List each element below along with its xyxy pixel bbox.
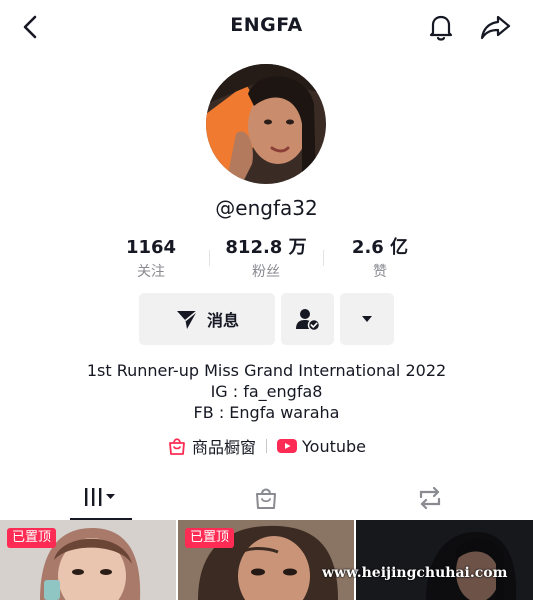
message-button-label: 消息 bbox=[206, 311, 239, 330]
pinned-badge: 已置顶 bbox=[185, 528, 235, 548]
bio-line: 1st Runner-up Miss Grand International 2… bbox=[86, 361, 447, 380]
tab-videos[interactable] bbox=[70, 476, 132, 520]
tab-repost[interactable] bbox=[400, 476, 460, 520]
profile-links: 商品橱窗 Youtube bbox=[0, 434, 533, 458]
profile-handle: @engfa32 bbox=[215, 196, 318, 220]
caret-down-icon bbox=[362, 316, 372, 322]
stat-following-value: 1164 bbox=[125, 237, 177, 258]
message-button[interactable]: 消息 bbox=[139, 293, 275, 345]
stat-followers[interactable]: 812.8 万 粉丝 bbox=[211, 236, 321, 282]
video-thumbnail[interactable]: 已置顶 bbox=[0, 520, 176, 600]
share-button[interactable] bbox=[478, 10, 514, 44]
watermark: www.heijingchuhai.com bbox=[322, 565, 508, 581]
bio-line: IG : fa_engfa8 bbox=[210, 382, 323, 401]
stat-likes-value: 2.6 亿 bbox=[351, 237, 409, 258]
grid-icon bbox=[85, 488, 115, 506]
stat-followers-label: 粉丝 bbox=[252, 264, 280, 280]
youtube-label: Youtube bbox=[302, 436, 366, 456]
avatar[interactable] bbox=[206, 64, 326, 184]
share-icon bbox=[480, 15, 511, 40]
youtube-icon bbox=[277, 439, 297, 453]
content-tabs bbox=[0, 476, 533, 520]
stat-following-label: 关注 bbox=[137, 264, 165, 280]
more-options-button[interactable] bbox=[340, 293, 394, 345]
friend-status-button[interactable] bbox=[281, 293, 334, 345]
stat-following[interactable]: 1164 关注 bbox=[96, 236, 206, 282]
bio-line: FB : Engfa waraha bbox=[193, 403, 340, 422]
link-divider bbox=[266, 439, 267, 453]
shopping-bag-icon bbox=[169, 438, 185, 455]
stat-likes-label: 赞 bbox=[373, 264, 387, 280]
stat-likes[interactable]: 2.6 亿 赞 bbox=[325, 236, 435, 282]
pinned-badge: 已置顶 bbox=[7, 528, 57, 548]
user-check-icon bbox=[295, 309, 320, 332]
stat-followers-value: 812.8 万 bbox=[225, 237, 307, 258]
repost-icon bbox=[419, 486, 441, 510]
video-thumbnail[interactable]: 已置顶 bbox=[178, 520, 354, 600]
profile-stats: 1164 关注 812.8 万 粉丝 2.6 亿 赞 bbox=[0, 236, 533, 286]
shop-window-link[interactable]: 商品橱窗 bbox=[167, 434, 256, 458]
video-thumbnail[interactable] bbox=[356, 520, 533, 600]
shop-window-label: 商品橱窗 bbox=[191, 438, 256, 457]
send-icon bbox=[176, 310, 198, 329]
stat-divider bbox=[323, 250, 324, 266]
profile-bio: 1st Runner-up Miss Grand International 2… bbox=[0, 360, 533, 423]
tab-shop[interactable] bbox=[236, 476, 296, 520]
stat-divider bbox=[209, 250, 210, 266]
profile-actions: 消息 bbox=[0, 293, 533, 345]
bell-icon bbox=[429, 15, 453, 41]
shopping-bag-icon bbox=[256, 488, 276, 509]
notifications-button[interactable] bbox=[424, 10, 458, 44]
top-bar: ENGFA bbox=[0, 0, 533, 54]
video-grid: 已置顶 已置顶 bbox=[0, 520, 533, 600]
youtube-link[interactable]: Youtube bbox=[277, 437, 366, 456]
